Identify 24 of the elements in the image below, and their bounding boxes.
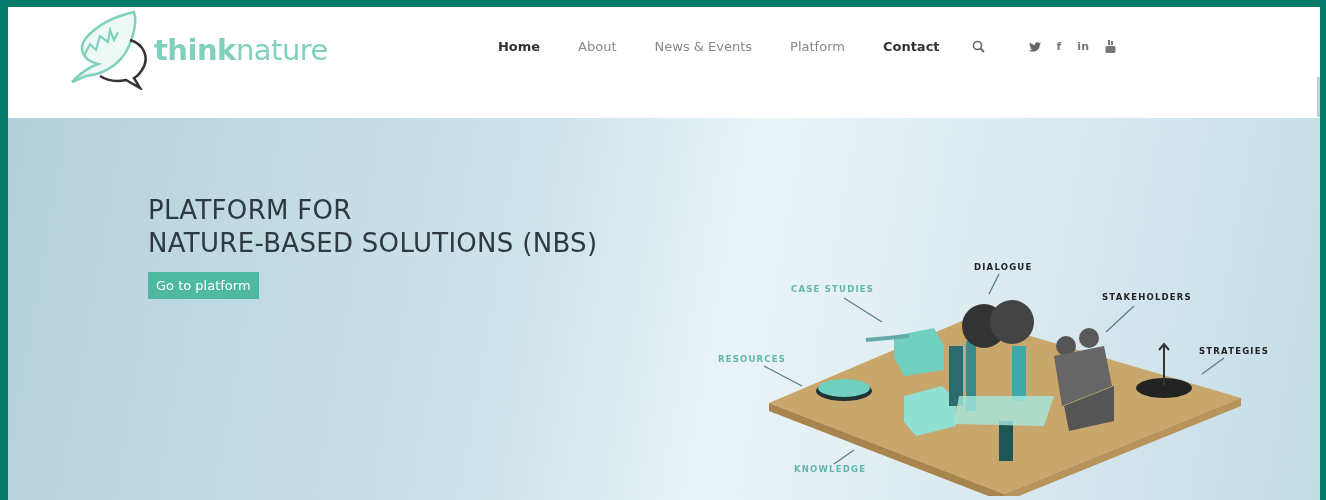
leader-line — [1105, 305, 1135, 333]
illustration-label: RESOURCES — [718, 354, 787, 364]
illustration-label: KNOWLEDGE — [794, 464, 867, 474]
linkedin-icon[interactable]: in — [1077, 40, 1089, 53]
facebook-icon[interactable]: f — [1056, 40, 1062, 53]
illustration-label: STRATEGIES — [1199, 346, 1270, 356]
illustration-label: DIALOGUE — [974, 262, 1033, 272]
leader-line — [833, 449, 855, 465]
leader-line — [843, 297, 883, 323]
leader-line — [988, 273, 1000, 295]
youtube-icon[interactable] — [1104, 40, 1116, 53]
hero-title: PLATFORM FOR NATURE-BASED SOLUTIONS (NBS) — [148, 194, 598, 260]
twitter-bird-icon[interactable] — [1028, 41, 1041, 52]
search-icon[interactable] — [971, 40, 985, 53]
nav-link[interactable]: News & Events — [654, 39, 753, 54]
leader-line — [1201, 357, 1225, 375]
nav-link[interactable]: Home — [497, 39, 541, 54]
illustration-label: STAKEHOLDERS — [1102, 292, 1192, 302]
illustration-label: CASE STUDIES — [791, 284, 875, 294]
nav-link[interactable]: About — [578, 39, 617, 54]
nav-link[interactable]: Platform — [790, 39, 845, 54]
leader-line — [763, 365, 803, 387]
go-to-platform-button[interactable]: Go to platform — [148, 272, 259, 299]
nav-link[interactable]: Contact — [882, 39, 940, 54]
